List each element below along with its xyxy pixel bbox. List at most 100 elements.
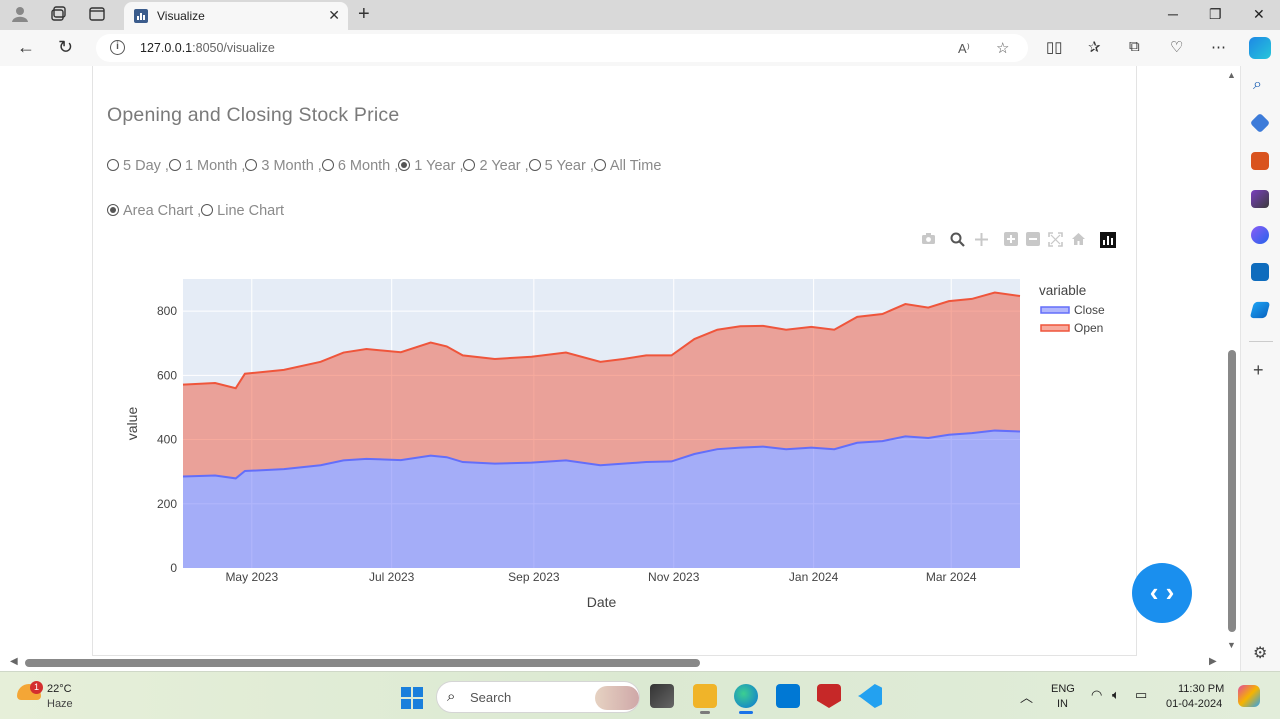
edge-icon[interactable] xyxy=(734,684,758,714)
browser-tab-bar: Visualize ✕ + ─ ❐ ✕ xyxy=(0,0,1280,30)
radio-button[interactable] xyxy=(107,204,119,216)
new-tab-icon[interactable]: + xyxy=(358,3,370,26)
legend-swatch-open xyxy=(1040,324,1070,332)
radio-button[interactable] xyxy=(463,159,476,171)
x-tick-label: Jan 2024 xyxy=(789,570,839,584)
zoom-out-icon[interactable] xyxy=(1026,232,1040,249)
microsoft365-icon[interactable] xyxy=(1251,226,1269,244)
radio-button[interactable] xyxy=(528,159,541,171)
profile-icon[interactable] xyxy=(9,5,31,25)
restore-icon[interactable]: ❐ xyxy=(1209,6,1222,23)
outlook-icon[interactable] xyxy=(1251,263,1269,281)
scroll-down-icon[interactable]: ▼ xyxy=(1227,640,1236,650)
clock-date[interactable]: 01-04-2024 xyxy=(1166,698,1222,710)
language-bottom[interactable]: IN xyxy=(1057,698,1068,710)
vertical-scroll-thumb[interactable] xyxy=(1228,350,1236,632)
time-range-option[interactable]: 1 Month , xyxy=(168,158,245,174)
tools-briefcase-icon[interactable] xyxy=(1251,152,1269,170)
tab-close-icon[interactable]: ✕ xyxy=(328,7,340,24)
radio-button[interactable] xyxy=(201,204,214,216)
battery-icon[interactable]: ▭ xyxy=(1135,687,1147,703)
horizontal-scrollbar[interactable]: ◀ ▶ xyxy=(0,656,1224,671)
scroll-up-icon[interactable]: ▲ xyxy=(1227,70,1236,80)
back-icon[interactable]: ← xyxy=(17,37,35,58)
radio-button[interactable] xyxy=(168,159,181,171)
copilot-taskbar-icon[interactable] xyxy=(1238,685,1260,707)
scroll-left-icon[interactable]: ◀ xyxy=(10,656,18,667)
chart-type-option[interactable]: Area Chart , xyxy=(107,203,201,219)
x-tick-label: Sep 2023 xyxy=(508,570,560,584)
more-menu-icon[interactable]: ⋯ xyxy=(1211,38,1226,56)
home-icon[interactable] xyxy=(1071,232,1086,249)
temperature[interactable]: 22°C xyxy=(47,683,72,695)
task-view-icon[interactable] xyxy=(650,684,674,708)
radio-button[interactable] xyxy=(107,159,119,171)
browser-toolbar: ← ↻ i 127.0.0.1:8050/visualize A⁾ ☆ ▯▯ ✰… xyxy=(0,30,1280,66)
address-bar[interactable]: i 127.0.0.1:8050/visualize A⁾ ☆ xyxy=(96,34,1028,62)
wifi-icon[interactable]: ◠ xyxy=(1091,687,1102,703)
radio-button[interactable] xyxy=(321,159,334,171)
windows-start-icon[interactable] xyxy=(401,687,423,709)
collections-icon[interactable]: ⧉ xyxy=(1129,38,1140,55)
time-range-option-label: 6 Month , xyxy=(337,158,399,174)
sidebar-divider xyxy=(1249,341,1273,342)
favorite-star-icon[interactable]: ☆ xyxy=(996,39,1009,57)
mcafee-icon[interactable] xyxy=(817,684,841,708)
tab-visualize[interactable]: Visualize ✕ xyxy=(124,2,348,30)
read-aloud-icon[interactable]: A⁾ xyxy=(958,41,970,57)
search-icon: ⌕ xyxy=(447,688,456,705)
favorites-icon[interactable]: ✰ xyxy=(1088,38,1101,56)
split-screen-icon[interactable]: ▯▯ xyxy=(1046,38,1063,56)
autoscale-icon[interactable] xyxy=(1048,232,1063,250)
workspaces-icon[interactable] xyxy=(47,5,69,25)
time-range-option[interactable]: 1 Year , xyxy=(398,158,463,174)
time-range-option-label: 3 Month , xyxy=(261,158,322,174)
weather-condition[interactable]: Haze xyxy=(47,698,73,710)
code-toggle-button[interactable]: ‹ › xyxy=(1132,563,1192,623)
myhp-icon[interactable] xyxy=(776,684,800,708)
site-info-icon[interactable]: i xyxy=(110,40,125,55)
file-explorer-icon[interactable] xyxy=(693,684,717,714)
shopping-tag-icon[interactable] xyxy=(1249,112,1271,134)
refresh-icon[interactable]: ↻ xyxy=(58,37,73,58)
language-top[interactable]: ENG xyxy=(1051,683,1075,695)
copilot-icon[interactable] xyxy=(1249,37,1271,59)
pan-icon[interactable] xyxy=(974,232,989,250)
tab-actions-icon[interactable] xyxy=(86,5,108,25)
vscode-icon[interactable] xyxy=(858,684,882,708)
time-range-option[interactable]: 2 Year , xyxy=(463,158,529,174)
windows-taskbar: 1 22°C Haze ⌕ Search ︿ ENG IN ◠ 🔈︎ ▭ 11:… xyxy=(0,671,1280,719)
scroll-right-icon[interactable]: ▶ xyxy=(1209,656,1217,667)
taskbar-search[interactable]: ⌕ Search xyxy=(436,681,640,713)
radio-button[interactable] xyxy=(593,159,606,171)
y-tick-label: 600 xyxy=(157,368,177,382)
time-range-option[interactable]: 6 Month , xyxy=(321,158,399,174)
chart-type-option[interactable]: Line Chart xyxy=(201,203,284,219)
add-sidebar-app-icon[interactable]: + xyxy=(1253,360,1264,381)
time-range-option[interactable]: 3 Month , xyxy=(245,158,322,174)
window-close-icon[interactable]: ✕ xyxy=(1253,6,1265,23)
browser-essentials-icon[interactable]: ♡ xyxy=(1170,38,1183,56)
volume-icon[interactable]: 🔈︎ xyxy=(1112,687,1120,703)
time-range-option[interactable]: 5 Day , xyxy=(107,158,169,174)
x-tick-label: May 2023 xyxy=(225,570,278,584)
url-text[interactable]: 127.0.0.1:8050/visualize xyxy=(140,41,275,55)
radio-button[interactable] xyxy=(245,159,258,171)
sidebar-settings-icon[interactable]: ⚙ xyxy=(1253,643,1267,663)
games-icon[interactable] xyxy=(1251,190,1269,208)
zoom-icon[interactable] xyxy=(950,232,965,250)
clock-time[interactable]: 11:30 PM xyxy=(1178,683,1224,695)
send-drop-icon[interactable] xyxy=(1249,301,1271,319)
radio-button[interactable] xyxy=(398,159,411,171)
camera-icon[interactable] xyxy=(921,232,936,248)
time-range-option[interactable]: 5 Year , xyxy=(528,158,594,174)
edge-sidebar: ⌕ + ⚙ xyxy=(1240,66,1280,671)
zoom-in-icon[interactable] xyxy=(1004,232,1018,249)
horizontal-scroll-thumb[interactable] xyxy=(25,659,700,667)
vertical-scrollbar[interactable]: ▲ ▼ xyxy=(1224,66,1240,671)
plotly-logo[interactable] xyxy=(1100,232,1116,248)
search-icon[interactable]: ⌕ xyxy=(1253,76,1262,94)
tray-overflow-icon[interactable]: ︿ xyxy=(1020,687,1033,706)
minimize-icon[interactable]: ─ xyxy=(1168,6,1178,22)
time-range-option[interactable]: All Time xyxy=(593,158,661,174)
